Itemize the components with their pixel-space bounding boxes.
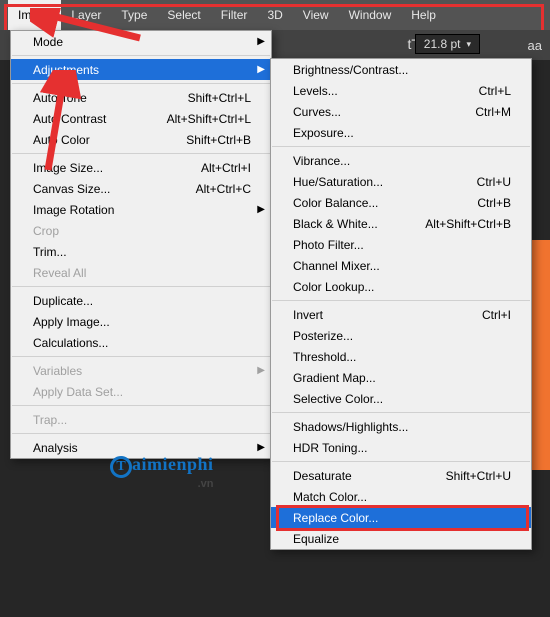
menu-item-reveal-all: Reveal All: [11, 262, 271, 283]
menu-type[interactable]: Type: [111, 0, 157, 30]
menu-item-black-white[interactable]: Black & White...Alt+Shift+Ctrl+B: [271, 213, 531, 234]
separator: [272, 300, 530, 301]
menu-item-levels[interactable]: Levels...Ctrl+L: [271, 80, 531, 101]
menu-item-match-color[interactable]: Match Color...: [271, 486, 531, 507]
menu-item-hue-saturation[interactable]: Hue/Saturation...Ctrl+U: [271, 171, 531, 192]
submenu-arrow-icon: ▶: [257, 64, 265, 75]
antialias-label: aa: [528, 38, 542, 53]
menu-item-adjustments[interactable]: Adjustments▶: [11, 59, 271, 80]
menu-item-replace-color[interactable]: Replace Color...: [271, 507, 531, 528]
menu-item-trap: Trap...: [11, 409, 271, 430]
menu-item-variables: Variables▶: [11, 360, 271, 381]
menu-view[interactable]: View: [293, 0, 339, 30]
menu-item-image-size[interactable]: Image Size...Alt+Ctrl+I: [11, 157, 271, 178]
image-menu: Mode▶ Adjustments▶ Auto ToneShift+Ctrl+L…: [10, 30, 272, 459]
menu-item-gradient-map[interactable]: Gradient Map...: [271, 367, 531, 388]
menu-item-crop: Crop: [11, 220, 271, 241]
menu-3d[interactable]: 3D: [257, 0, 292, 30]
menu-item-equalize[interactable]: Equalize: [271, 528, 531, 549]
menu-item-curves[interactable]: Curves...Ctrl+M: [271, 101, 531, 122]
menu-item-posterize[interactable]: Posterize...: [271, 325, 531, 346]
menu-item-trim[interactable]: Trim...: [11, 241, 271, 262]
menu-item-selective-color[interactable]: Selective Color...: [271, 388, 531, 409]
menu-item-image-rotation[interactable]: Image Rotation▶: [11, 199, 271, 220]
submenu-arrow-icon: ▶: [257, 204, 265, 215]
menu-item-desaturate[interactable]: DesaturateShift+Ctrl+U: [271, 465, 531, 486]
menu-item-hdr-toning[interactable]: HDR Toning...: [271, 437, 531, 458]
separator: [12, 55, 270, 56]
adjustments-submenu: Brightness/Contrast... Levels...Ctrl+L C…: [270, 58, 532, 550]
menu-window[interactable]: Window: [339, 0, 402, 30]
separator: [12, 433, 270, 434]
menu-item-canvas-size[interactable]: Canvas Size...Alt+Ctrl+C: [11, 178, 271, 199]
submenu-arrow-icon: ▶: [257, 36, 265, 47]
menu-item-duplicate[interactable]: Duplicate...: [11, 290, 271, 311]
separator: [272, 461, 530, 462]
menu-layer[interactable]: Layer: [61, 0, 111, 30]
menu-item-apply-image[interactable]: Apply Image...: [11, 311, 271, 332]
submenu-arrow-icon: ▶: [257, 442, 265, 453]
menu-item-auto-contrast[interactable]: Auto ContrastAlt+Shift+Ctrl+L: [11, 108, 271, 129]
separator: [272, 412, 530, 413]
menu-item-shadows-highlights[interactable]: Shadows/Highlights...: [271, 416, 531, 437]
menu-item-calculations[interactable]: Calculations...: [11, 332, 271, 353]
menu-item-channel-mixer[interactable]: Channel Mixer...: [271, 255, 531, 276]
menu-item-photo-filter[interactable]: Photo Filter...: [271, 234, 531, 255]
separator: [12, 286, 270, 287]
watermark-logo-icon: T: [110, 456, 132, 478]
menu-item-color-lookup[interactable]: Color Lookup...: [271, 276, 531, 297]
menu-filter[interactable]: Filter: [211, 0, 258, 30]
separator: [12, 405, 270, 406]
separator: [272, 146, 530, 147]
separator: [12, 153, 270, 154]
menu-item-invert[interactable]: InvertCtrl+I: [271, 304, 531, 325]
separator: [12, 83, 270, 84]
separator: [12, 356, 270, 357]
menu-bar: Image Layer Type Select Filter 3D View W…: [0, 0, 550, 30]
menu-item-threshold[interactable]: Threshold...: [271, 346, 531, 367]
submenu-arrow-icon: ▶: [257, 365, 265, 376]
menu-item-brightness[interactable]: Brightness/Contrast...: [271, 59, 531, 80]
menu-item-exposure[interactable]: Exposure...: [271, 122, 531, 143]
menu-item-color-balance[interactable]: Color Balance...Ctrl+B: [271, 192, 531, 213]
menu-item-vibrance[interactable]: Vibrance...: [271, 150, 531, 171]
menu-image[interactable]: Image: [8, 0, 61, 30]
watermark: Taimienphi .vn: [110, 454, 214, 490]
menu-select[interactable]: Select: [157, 0, 210, 30]
menu-item-apply-data-set: Apply Data Set...: [11, 381, 271, 402]
font-size-input[interactable]: 21.8 pt▾: [415, 34, 480, 54]
menu-item-auto-tone[interactable]: Auto ToneShift+Ctrl+L: [11, 87, 271, 108]
menu-item-mode[interactable]: Mode▶: [11, 31, 271, 52]
menu-help[interactable]: Help: [401, 0, 446, 30]
menu-item-auto-color[interactable]: Auto ColorShift+Ctrl+B: [11, 129, 271, 150]
